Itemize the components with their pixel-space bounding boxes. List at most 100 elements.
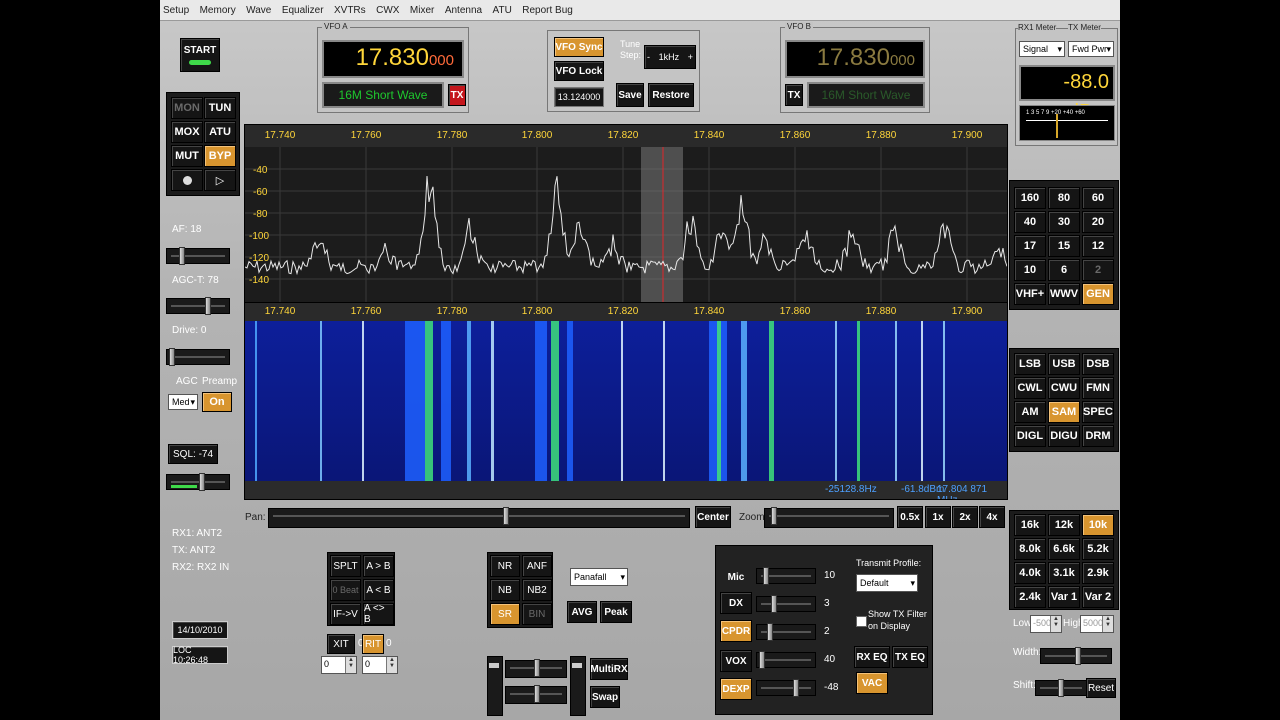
menu-mixer[interactable]: Mixer	[407, 1, 437, 16]
band-vhf-button[interactable]: VHF+	[1014, 283, 1046, 305]
filter-8k-button[interactable]: 8.0k	[1014, 538, 1046, 560]
mode-cwu-button[interactable]: CWU	[1048, 377, 1080, 399]
af-slider[interactable]	[166, 247, 230, 265]
agct-slider-thumb[interactable]	[205, 297, 211, 315]
mode-fmn-button[interactable]: FMN	[1082, 377, 1114, 399]
vfo-lock-button[interactable]: VFO Lock	[554, 61, 604, 81]
cpdr-slider[interactable]	[756, 623, 816, 641]
reset-button[interactable]: Reset	[1086, 678, 1116, 698]
rit-button[interactable]: RIT	[362, 634, 384, 654]
filter-12k-button[interactable]: 12k	[1048, 514, 1080, 536]
xit-button[interactable]: XIT	[327, 634, 355, 654]
zero-beat-button[interactable]: 0 Beat	[330, 579, 361, 601]
filter-2k9-button[interactable]: 2.9k	[1082, 562, 1114, 584]
filter-high-spinner[interactable]: ▲ ▼	[1102, 616, 1113, 632]
band-6-button[interactable]: 6	[1048, 259, 1080, 281]
waterfall-display[interactable]: 17.740 17.760 17.780 17.800 17.820 17.84…	[244, 302, 1008, 500]
memory-frequency[interactable]: 13.124000	[554, 87, 604, 107]
filter-16k-button[interactable]: 16k	[1014, 514, 1046, 536]
menu-report-bug[interactable]: Report Bug	[519, 1, 576, 16]
menu-atu[interactable]: ATU	[490, 1, 515, 16]
multirx-button[interactable]: MultiRX	[590, 658, 628, 680]
drive-slider[interactable]	[166, 348, 230, 366]
vox-slider-thumb[interactable]	[759, 651, 765, 669]
a-swap-b-button[interactable]: A <> B	[363, 603, 394, 625]
mode-spec-button[interactable]: SPEC	[1082, 401, 1114, 423]
zoom-2x-button[interactable]: 2x	[952, 506, 978, 528]
filter-low-spinner[interactable]: ▲ ▼	[1050, 616, 1061, 632]
menu-antenna[interactable]: Antenna	[442, 1, 485, 16]
zoom-4x-button[interactable]: 4x	[979, 506, 1005, 528]
mode-usb-button[interactable]: USB	[1048, 353, 1080, 375]
menu-memory[interactable]: Memory	[197, 1, 239, 16]
transmit-profile-select[interactable]: Default	[856, 574, 918, 592]
rx-eq-button[interactable]: RX EQ	[854, 646, 890, 668]
menu-wave[interactable]: Wave	[243, 1, 274, 16]
rx2-gain-thumb[interactable]	[534, 659, 540, 677]
band-160-button[interactable]: 160	[1014, 187, 1046, 209]
agc-select[interactable]: Med	[168, 394, 198, 410]
record-button[interactable]	[171, 169, 203, 191]
bin-button[interactable]: BIN	[522, 603, 552, 625]
tx-meter-select[interactable]: Fwd Pwr	[1068, 41, 1114, 57]
band-40-button[interactable]: 40	[1014, 211, 1046, 233]
vfo-b-frequency[interactable]: 17.830000	[785, 40, 925, 78]
band-17-button[interactable]: 17	[1014, 235, 1046, 257]
drive-slider-thumb[interactable]	[169, 348, 175, 366]
menu-cwx[interactable]: CWX	[373, 1, 402, 16]
mode-am-button[interactable]: AM	[1014, 401, 1046, 423]
tune-step-minus-icon[interactable]: -	[647, 52, 650, 62]
dx-slider-thumb[interactable]	[771, 595, 777, 613]
filter-var1-button[interactable]: Var 1	[1048, 586, 1080, 608]
rx2-pan-thumb[interactable]	[534, 685, 540, 703]
show-tx-filter-checkbox[interactable]	[856, 616, 867, 627]
passband-filter[interactable]	[641, 147, 683, 303]
mode-digu-button[interactable]: DIGU	[1048, 425, 1080, 447]
swap-button[interactable]: Swap	[590, 686, 620, 708]
preamp-button[interactable]: On	[202, 392, 232, 412]
filter-2k4-button[interactable]: 2.4k	[1014, 586, 1046, 608]
vfo-sync-button[interactable]: VFO Sync	[554, 37, 604, 57]
vac-button[interactable]: VAC	[856, 672, 888, 694]
a-to-b-button[interactable]: A > B	[363, 555, 394, 577]
vox-slider[interactable]	[756, 651, 816, 669]
vox-button[interactable]: VOX	[720, 650, 752, 672]
shift-slider[interactable]	[1035, 679, 1087, 697]
dx-slider[interactable]	[756, 595, 816, 613]
avg-button[interactable]: AVG	[567, 601, 597, 623]
mon-button[interactable]: MON	[171, 97, 203, 119]
dexp-slider-thumb[interactable]	[793, 679, 799, 697]
nr-button[interactable]: NR	[490, 555, 520, 577]
menu-equalizer[interactable]: Equalizer	[279, 1, 327, 16]
rx-meter-select[interactable]: Signal	[1019, 41, 1065, 57]
filter-5k2-button[interactable]: 5.2k	[1082, 538, 1114, 560]
band-gen-button[interactable]: GEN	[1082, 283, 1114, 305]
band-10-button[interactable]: 10	[1014, 259, 1046, 281]
split-button[interactable]: SPLT	[330, 555, 361, 577]
dx-button[interactable]: DX	[720, 592, 752, 614]
display-mode-select[interactable]: Panafall	[570, 568, 628, 586]
mut-button[interactable]: MUT	[171, 145, 203, 167]
spectrum-display[interactable]: 17.740 17.760 17.780 17.800 17.820 17.84…	[244, 124, 1008, 304]
width-slider-thumb[interactable]	[1075, 647, 1081, 665]
rx1-vertical-slider[interactable]	[570, 656, 586, 716]
tun-button[interactable]: TUN	[204, 97, 236, 119]
restore-button[interactable]: Restore	[648, 83, 694, 107]
mode-cwl-button[interactable]: CWL	[1014, 377, 1046, 399]
if-to-v-button[interactable]: IF->V	[330, 603, 361, 625]
filter-4k-button[interactable]: 4.0k	[1014, 562, 1046, 584]
cpdr-button[interactable]: CPDR	[720, 620, 752, 642]
byp-button[interactable]: BYP	[204, 145, 236, 167]
rx2-gain-slider[interactable]	[505, 659, 567, 678]
zoom-05x-button[interactable]: 0.5x	[897, 506, 923, 528]
band-30-button[interactable]: 30	[1048, 211, 1080, 233]
band-60-button[interactable]: 60	[1082, 187, 1114, 209]
band-2-button[interactable]: 2	[1082, 259, 1114, 281]
band-80-button[interactable]: 80	[1048, 187, 1080, 209]
play-button[interactable]: ▷	[204, 169, 236, 191]
tx-eq-button[interactable]: TX EQ	[892, 646, 928, 668]
mode-lsb-button[interactable]: LSB	[1014, 353, 1046, 375]
mox-button[interactable]: MOX	[171, 121, 203, 143]
filter-3k1-button[interactable]: 3.1k	[1048, 562, 1080, 584]
center-button[interactable]: Center	[695, 506, 731, 528]
